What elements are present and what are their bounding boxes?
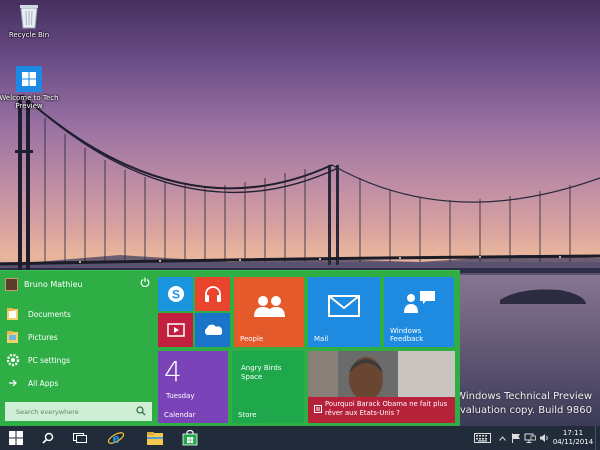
calendar-weekday: Tuesday — [166, 392, 195, 400]
start-item-all-apps[interactable]: All Apps — [5, 375, 58, 391]
gear-icon — [5, 353, 20, 368]
search-icon — [136, 406, 146, 416]
folder-icon — [5, 307, 20, 322]
tile-skype[interactable]: S — [158, 277, 193, 311]
tile-news[interactable]: Pourquoi Barack Obama ne fait plus rêver… — [308, 351, 455, 423]
news-headline: Pourquoi Barack Obama ne fait plus rêver… — [325, 400, 448, 417]
windows-logo-icon — [16, 66, 42, 92]
tile-people[interactable]: People — [234, 277, 304, 347]
tile-label: Mail — [314, 335, 329, 343]
desktop-icon-label: Welcome to Tech Preview — [0, 94, 59, 110]
watermark-line-1: Windows Technical Preview — [456, 391, 592, 402]
start-item-label: Documents — [28, 309, 71, 319]
taskbar-search-button[interactable] — [32, 426, 64, 450]
skype-icon: S — [167, 286, 184, 302]
task-view-icon — [73, 433, 87, 443]
desktop-icon-recycle-bin[interactable]: Recycle Bin — [0, 3, 58, 39]
start-item-pictures[interactable]: Pictures — [5, 329, 58, 345]
people-icon — [254, 296, 285, 318]
store-icon — [182, 430, 198, 446]
tile-video[interactable] — [158, 313, 193, 347]
keyboard-icon — [473, 433, 491, 443]
mail-icon — [328, 295, 360, 318]
flag-icon — [512, 433, 520, 443]
clock[interactable]: 17:11 04/11/2014 — [551, 429, 595, 447]
feedback-icon — [404, 291, 435, 314]
news-headline-bar: Pourquoi Barack Obama ne fait plus rêver… — [308, 397, 455, 423]
system-tray: 17:11 04/11/2014 — [469, 426, 600, 450]
tile-onedrive[interactable] — [195, 313, 230, 347]
user-account[interactable]: Bruno Mathieu — [5, 277, 83, 291]
avatar — [5, 277, 18, 291]
power-button[interactable] — [139, 277, 151, 289]
headphones-icon — [204, 286, 221, 302]
start-item-label: PC settings — [28, 355, 71, 365]
arrow-right-icon — [5, 376, 20, 391]
start-item-label: Pictures — [28, 332, 58, 342]
user-name: Bruno Mathieu — [24, 279, 83, 289]
desktop-icon-welcome[interactable]: Welcome to Tech Preview — [0, 66, 61, 110]
start-item-label: All Apps — [28, 378, 59, 388]
task-view-button[interactable] — [64, 426, 96, 450]
search-icon — [42, 432, 54, 444]
svg-text:e: e — [113, 431, 120, 447]
store-featured-app: Angry Birds Space — [241, 364, 282, 381]
taskbar-store[interactable] — [174, 426, 206, 450]
taskbar: e 17:11 04/11/2014 — [0, 426, 600, 450]
clock-date: 04/11/2014 — [552, 438, 594, 446]
speaker-icon — [539, 434, 548, 442]
video-icon — [166, 323, 185, 337]
touch-keyboard-button[interactable] — [469, 426, 495, 450]
tile-windows-feedback[interactable]: Windows Feedback — [384, 277, 454, 347]
folder-icon — [147, 431, 163, 445]
svg-text:S: S — [171, 288, 179, 302]
tile-label: Windows Feedback — [390, 327, 424, 343]
tile-music[interactable] — [195, 277, 230, 311]
recycle-bin-icon — [20, 5, 38, 29]
clock-time: 17:11 — [562, 429, 584, 437]
volume-button[interactable] — [537, 426, 551, 450]
taskbar-internet-explorer[interactable]: e — [96, 426, 136, 450]
calendar-day: 4 — [164, 355, 182, 388]
network-button[interactable] — [523, 426, 537, 450]
tile-mail[interactable]: Mail — [308, 277, 380, 347]
network-icon — [524, 433, 536, 443]
start-button[interactable] — [0, 426, 32, 450]
tile-calendar[interactable]: 4 Tuesday Calendar — [158, 351, 228, 423]
internet-explorer-icon: e — [107, 431, 125, 447]
folder-icon — [5, 330, 20, 345]
search-input[interactable]: Search everywhere — [5, 402, 152, 421]
tile-label: Calendar — [164, 411, 196, 419]
tile-label: People — [240, 335, 264, 343]
tile-store[interactable]: Angry Birds Space Store — [232, 351, 304, 423]
news-icon — [314, 405, 322, 413]
watermark-line-2: Evaluation copy. Build 9860 — [453, 405, 593, 416]
chevron-up-icon — [498, 435, 506, 441]
tile-label: Store — [238, 411, 257, 419]
start-item-documents[interactable]: Documents — [5, 306, 71, 322]
show-hidden-icons-button[interactable] — [495, 426, 509, 450]
desktop-icon-label: Recycle Bin — [8, 31, 50, 39]
cloud-icon — [204, 324, 222, 335]
start-menu: Bruno Mathieu Documents Pictures PC sett… — [0, 270, 460, 426]
start-item-pc-settings[interactable]: PC settings — [5, 352, 70, 368]
action-center-button[interactable] — [509, 426, 523, 450]
evaluation-watermark: Windows Technical Preview Evaluation cop… — [454, 390, 593, 418]
start-menu-left-pane: Bruno Mathieu Documents Pictures PC sett… — [0, 271, 157, 427]
show-desktop-button[interactable] — [595, 426, 600, 450]
windows-logo-icon — [9, 431, 23, 445]
power-icon — [140, 277, 150, 288]
taskbar-file-explorer[interactable] — [136, 426, 174, 450]
search-placeholder: Search everywhere — [16, 407, 79, 416]
